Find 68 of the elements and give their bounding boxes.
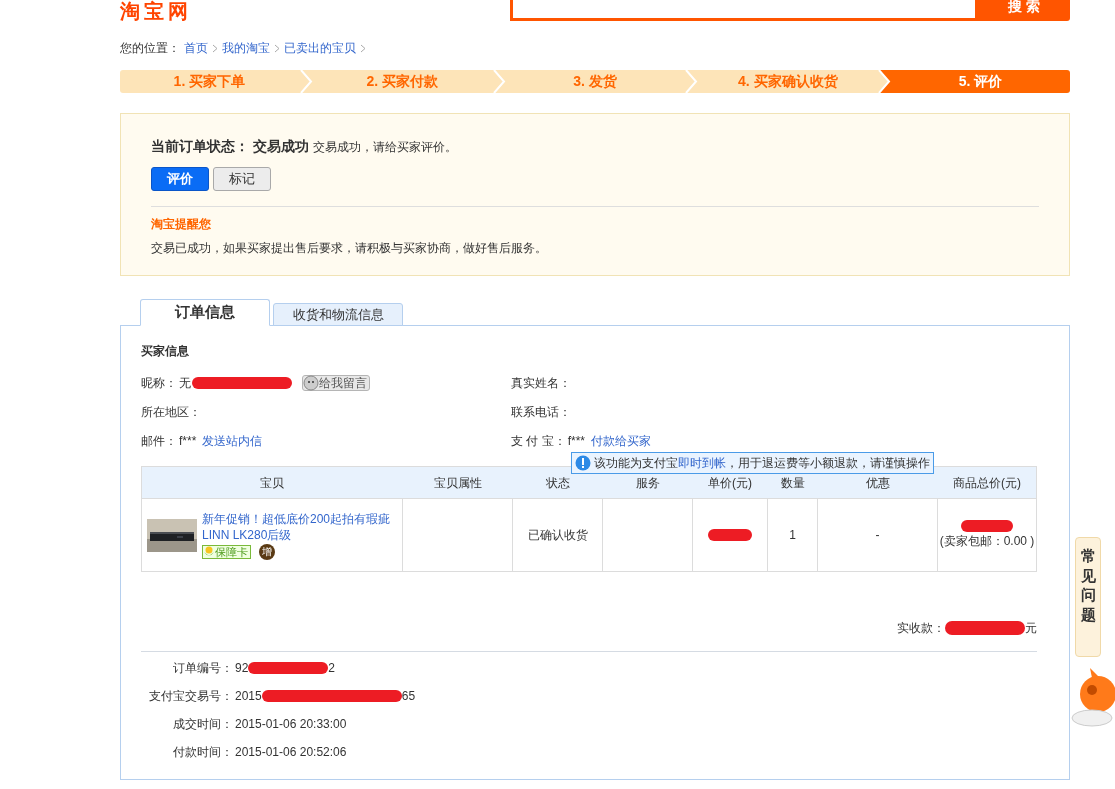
breadcrumb-link[interactable]: 已卖出的宝贝 <box>284 39 356 57</box>
reminder-text: 交易已成功，如果买家提出售后要求，请积极与买家协商，做好售后服务。 <box>151 240 548 257</box>
status-note: 交易成功，请给买家评价。 <box>313 139 457 156</box>
column-header: 状态 <box>544 474 571 492</box>
mark-button[interactable]: 标记 <box>213 167 271 191</box>
detail-value: 65 <box>401 688 416 705</box>
detail-label: 成交时间： <box>172 716 233 733</box>
section-title: 买家信息 <box>141 343 190 360</box>
field-label: 昵称： <box>141 375 177 392</box>
product-link[interactable]: 新年促销！超低底价200起拍有瑕疵LINN LK280后级 <box>202 510 394 543</box>
progress-step: 5. 评价 <box>891 70 1070 93</box>
leave-message-button[interactable]: 给我留言 <box>302 375 370 391</box>
column-header: 服务 <box>634 474 661 492</box>
instant-transfer-link[interactable]: 即时到帐 <box>678 456 726 470</box>
info-icon <box>575 455 591 471</box>
reminder-title: 淘宝提醒您 <box>151 216 212 233</box>
breadcrumb-link[interactable]: 首页 <box>184 39 208 57</box>
logo-text[interactable]: 淘宝网 <box>120 0 192 22</box>
detail-label: 付款时间： <box>172 744 233 761</box>
gift-tag: 增 <box>259 543 275 560</box>
field-label: 邮件： <box>141 433 177 450</box>
status-value: 交易成功 <box>253 137 309 156</box>
tab[interactable]: 收货和物流信息 <box>273 303 403 326</box>
chevron-icon <box>212 43 218 53</box>
table-cell-text: (卖家包邮：0.00 ) <box>939 533 1035 550</box>
column-header: 商品总价(元) <box>952 474 1022 492</box>
column-header: 数量 <box>779 474 806 492</box>
progress-step: 3. 发货 <box>505 70 685 93</box>
progress-step: 2. 买家付款 <box>312 70 492 93</box>
chevron-icon <box>274 43 280 53</box>
field-label: 所在地区： <box>141 404 201 421</box>
faq-tab[interactable]: 常见问题 <box>1075 537 1101 657</box>
breadcrumb-label: 您的位置： <box>120 40 180 57</box>
column-header: 宝贝属性 <box>432 474 483 492</box>
detail-value: 2015-01-06 20:52:06 <box>235 744 347 761</box>
progress-step: 1. 买家下单 <box>120 70 299 93</box>
column-header: 优惠 <box>864 474 891 492</box>
tooltip-text: 该功能为支付宝即时到帐，用于退运费等小额退款，请谨慎操作 <box>594 455 930 472</box>
chat-face-icon <box>303 375 319 391</box>
field-value: f*** <box>179 433 197 450</box>
currency-unit: 元 <box>1025 620 1037 637</box>
column-header: 宝贝 <box>259 474 285 492</box>
message-link[interactable]: 发送站内信 <box>202 432 263 450</box>
table-cell-text: - <box>875 527 880 544</box>
field-label: 联系电话： <box>511 404 571 421</box>
field-label: 支 付 宝： <box>511 433 566 450</box>
detail-value: 2015 <box>235 688 262 705</box>
breadcrumb-link[interactable]: 我的淘宝 <box>222 39 270 57</box>
detail-value: 92 <box>235 660 249 677</box>
status-label: 当前订单状态： <box>151 137 249 156</box>
guarantee-badge: 保障卡 <box>202 544 251 559</box>
chevron-icon <box>360 43 366 53</box>
detail-value: 2015-01-06 20:33:00 <box>235 716 347 733</box>
detail-value: 2 <box>328 660 336 677</box>
detail-label: 支付宝交易号： <box>148 688 233 705</box>
detail-label: 订单编号： <box>172 660 233 677</box>
tab[interactable]: 订单信息 <box>140 299 270 326</box>
column-header: 单价(元) <box>707 474 753 492</box>
received-label: 实收款： <box>897 620 945 637</box>
field-label: 真实姓名： <box>511 375 571 392</box>
field-value: 无 <box>179 375 191 392</box>
table-cell-text: 1 <box>789 527 796 544</box>
message-link[interactable]: 付款给买家 <box>591 432 651 450</box>
field-value: f*** <box>567 433 585 450</box>
table-cell-text: 已确认收货 <box>527 527 588 544</box>
rate-button[interactable]: 评价 <box>151 167 209 191</box>
search-field[interactable] <box>510 0 978 21</box>
flower-icon <box>203 545 215 558</box>
